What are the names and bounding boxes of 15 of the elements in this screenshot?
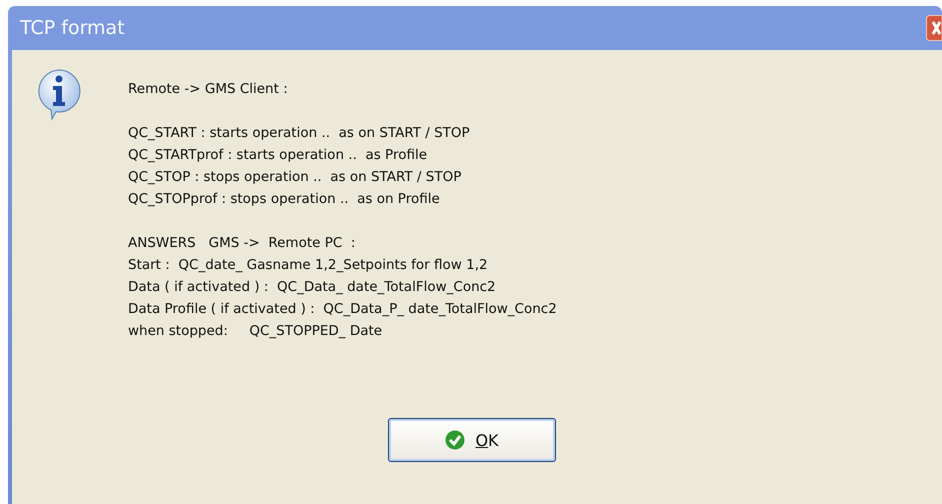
message-line: QC_STOPprof : stops operation .. as on Profile	[128, 190, 441, 209]
checkmark-icon	[445, 430, 466, 450]
message-line: Data ( if activated ) : QC_Data_ date_TotalFlow_Conc2	[128, 278, 497, 297]
close-icon[interactable]	[926, 15, 942, 41]
message-line: Remote -> GMS Client :	[128, 80, 289, 99]
message-line: Start : QC_date_ Gasname 1,2_Setpoints for flow 1,2	[128, 256, 489, 275]
message-line: ANSWERS GMS -> Remote PC :	[128, 234, 356, 253]
message-line: Data Profile ( if activated ) : QC_Data_P_ date_TotalFlow_Conc2	[128, 300, 557, 319]
message-line: when stopped: QC_STOPPED_ Date	[128, 322, 384, 341]
info-icon	[36, 68, 82, 120]
window-title: TCP format	[20, 17, 125, 39]
ok-button[interactable]: OK	[388, 418, 556, 462]
message-line: QC_STARTprof : starts operation .. as Profile	[128, 146, 428, 165]
message-line: QC_START : starts operation .. as on START / STOP	[128, 124, 471, 143]
message-line: QC_STOP : stops operation .. as on START / STOP	[128, 168, 462, 187]
